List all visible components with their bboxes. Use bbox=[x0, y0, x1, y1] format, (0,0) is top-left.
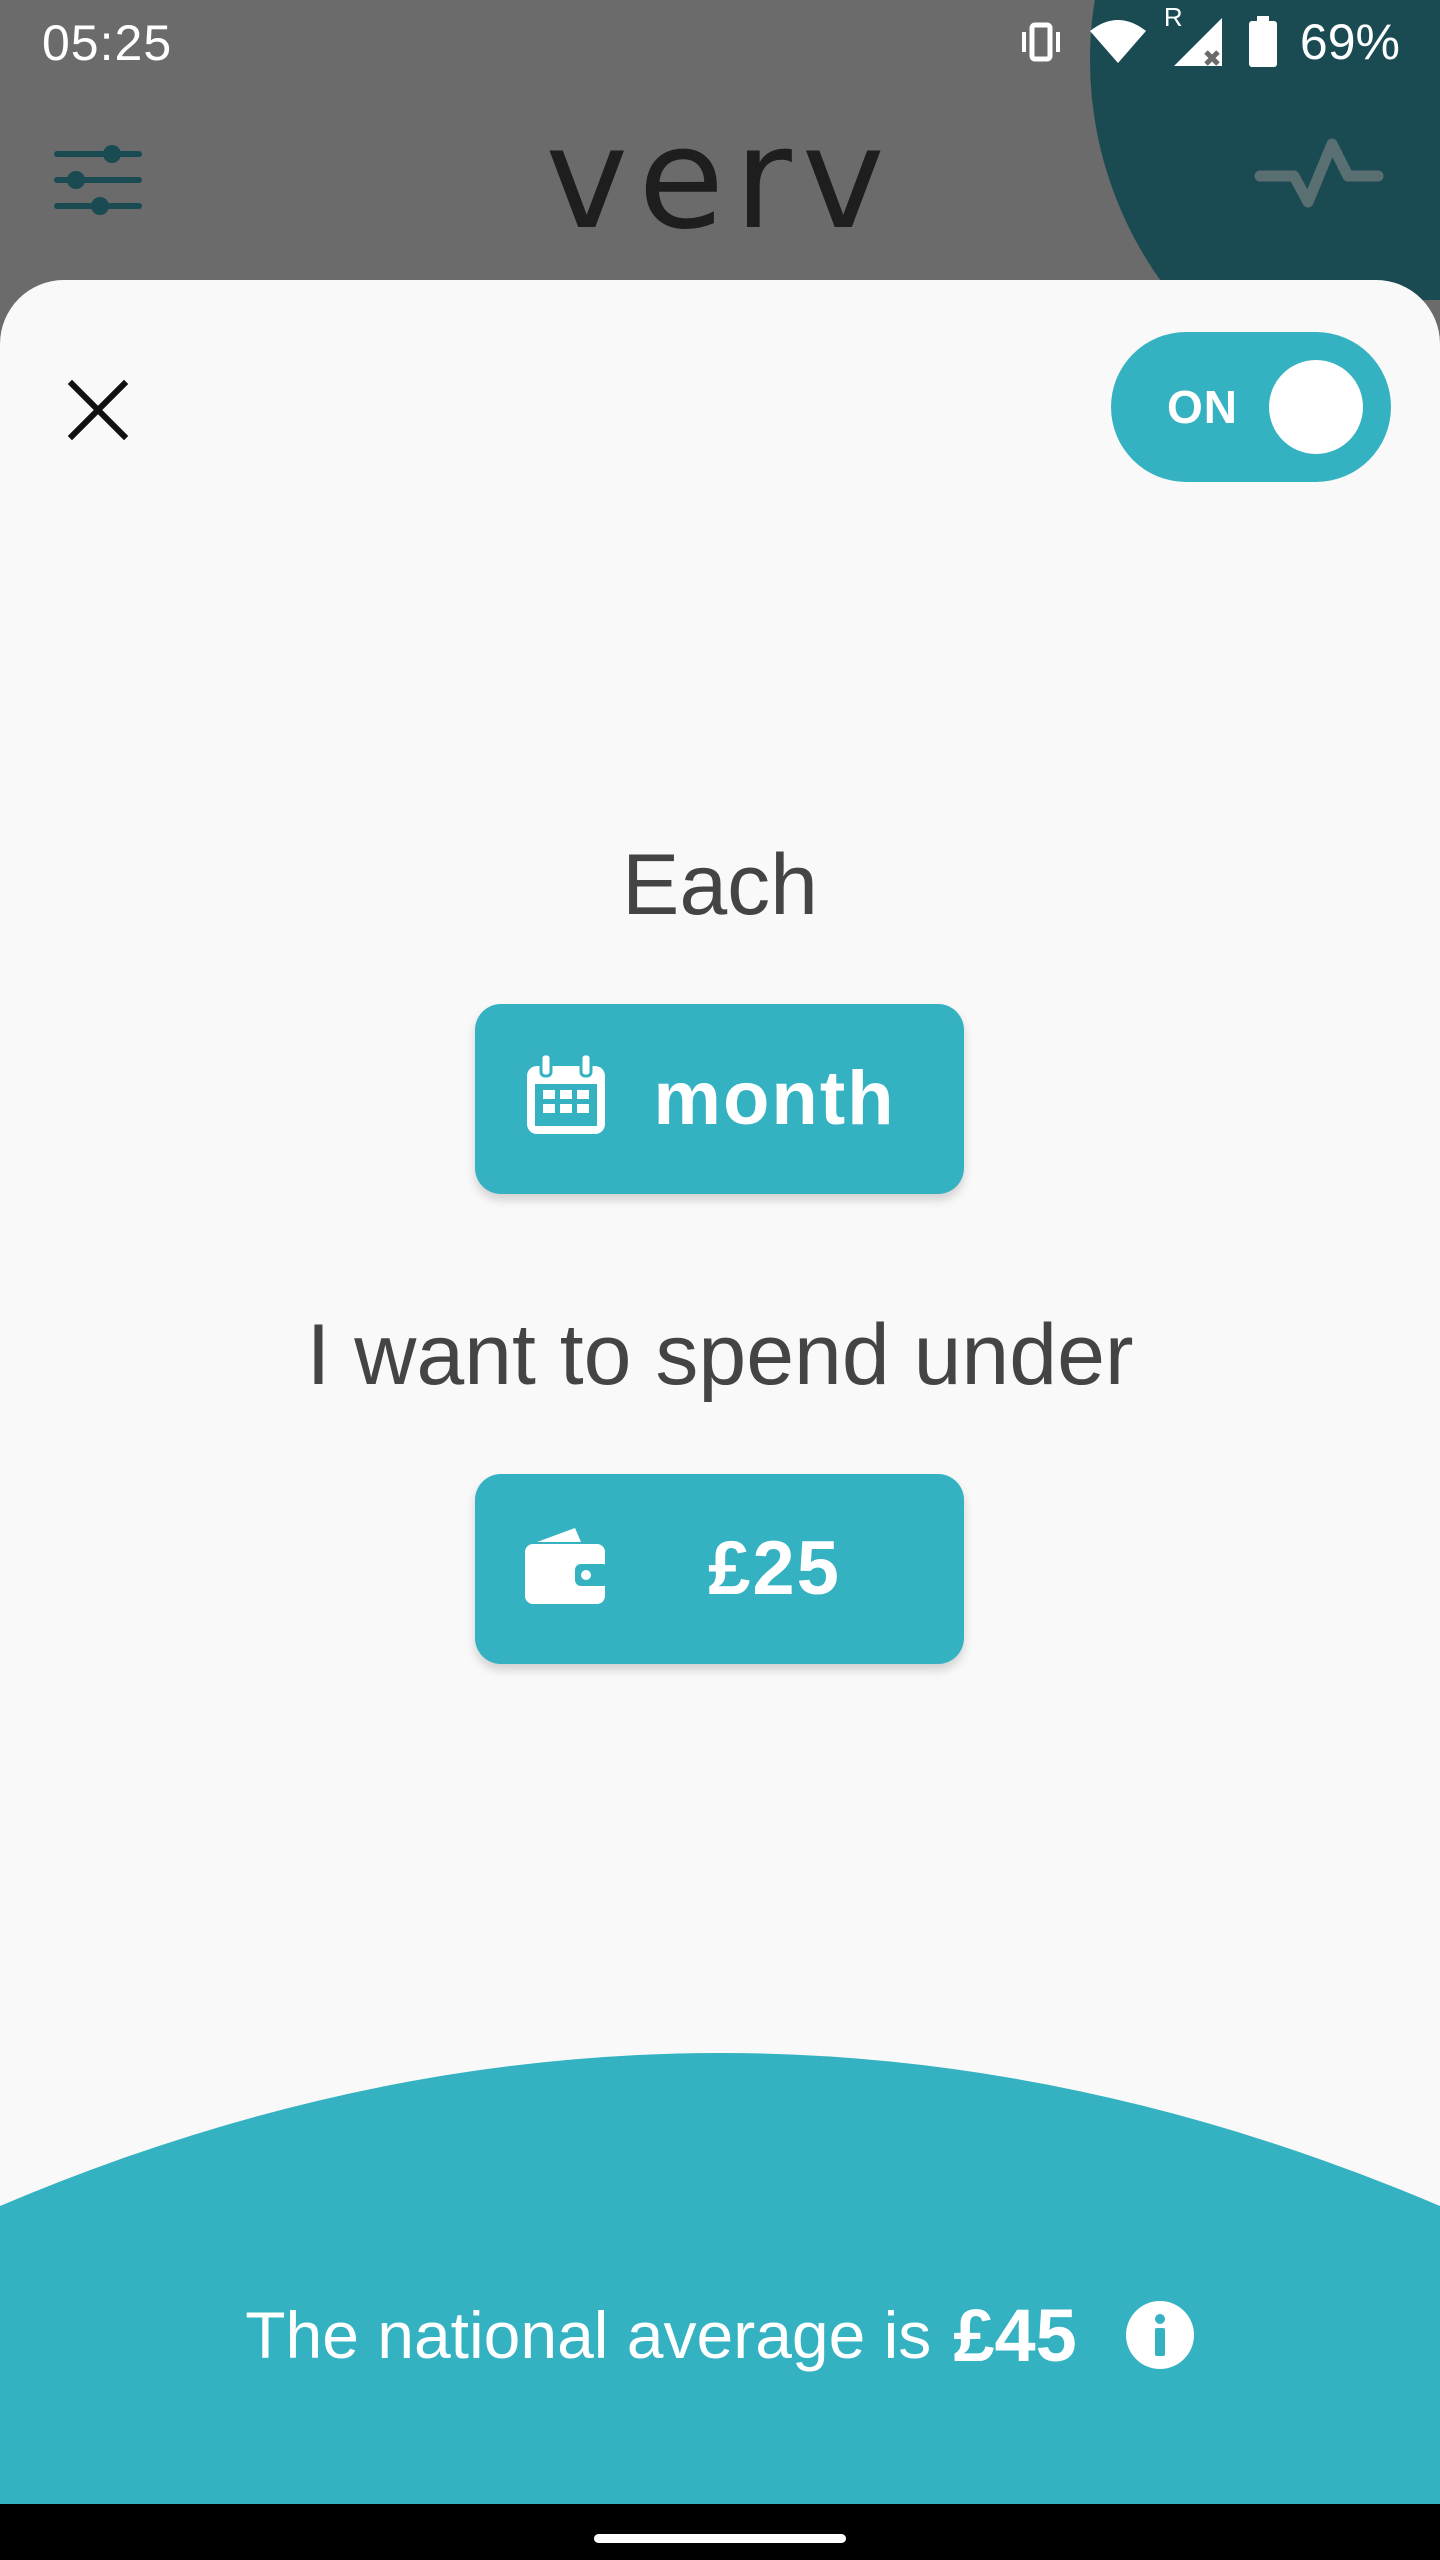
signal-icon: R bbox=[1164, 2, 1226, 70]
spend-value: £25 bbox=[708, 1526, 841, 1611]
toggle-label: ON bbox=[1167, 381, 1238, 433]
toggle-knob bbox=[1269, 360, 1363, 454]
status-icons: R 69% bbox=[1016, 2, 1400, 74]
calendar-icon bbox=[527, 1052, 605, 1134]
period-heading: Each bbox=[621, 837, 819, 933]
spend-heading: I want to spend under bbox=[306, 1307, 1134, 1403]
app-header: 05:25 R 69% verv bbox=[0, 0, 1440, 300]
home-gesture-handle[interactable] bbox=[594, 2534, 846, 2543]
info-icon[interactable] bbox=[1125, 2300, 1195, 2370]
spend-amount-button[interactable]: £25 bbox=[475, 1474, 964, 1664]
battery-icon bbox=[1248, 16, 1277, 67]
average-panel-background bbox=[0, 2053, 1440, 2504]
budget-sheet: ON Each month I want to spend under £25 bbox=[0, 280, 1440, 2504]
status-time: 05:25 bbox=[42, 15, 173, 71]
period-select-button[interactable]: month bbox=[475, 1004, 964, 1194]
average-value: £45 bbox=[953, 2293, 1077, 2377]
pulse-icon[interactable] bbox=[1254, 136, 1384, 216]
period-value: month bbox=[653, 1056, 896, 1141]
average-label: The national average is bbox=[245, 2298, 932, 2372]
close-icon[interactable] bbox=[64, 376, 132, 444]
wifi-icon bbox=[1089, 20, 1146, 63]
budget-toggle[interactable]: ON bbox=[1111, 332, 1391, 482]
average-info: The national average is £45 bbox=[0, 2280, 1440, 2390]
vibrate-icon bbox=[1021, 22, 1060, 62]
system-nav-bar bbox=[0, 2504, 1440, 2560]
app-logo: verv bbox=[545, 98, 895, 261]
battery-percent: 69% bbox=[1299, 14, 1400, 70]
wallet-icon bbox=[525, 1528, 609, 1604]
roaming-label: R bbox=[1163, 2, 1183, 32]
